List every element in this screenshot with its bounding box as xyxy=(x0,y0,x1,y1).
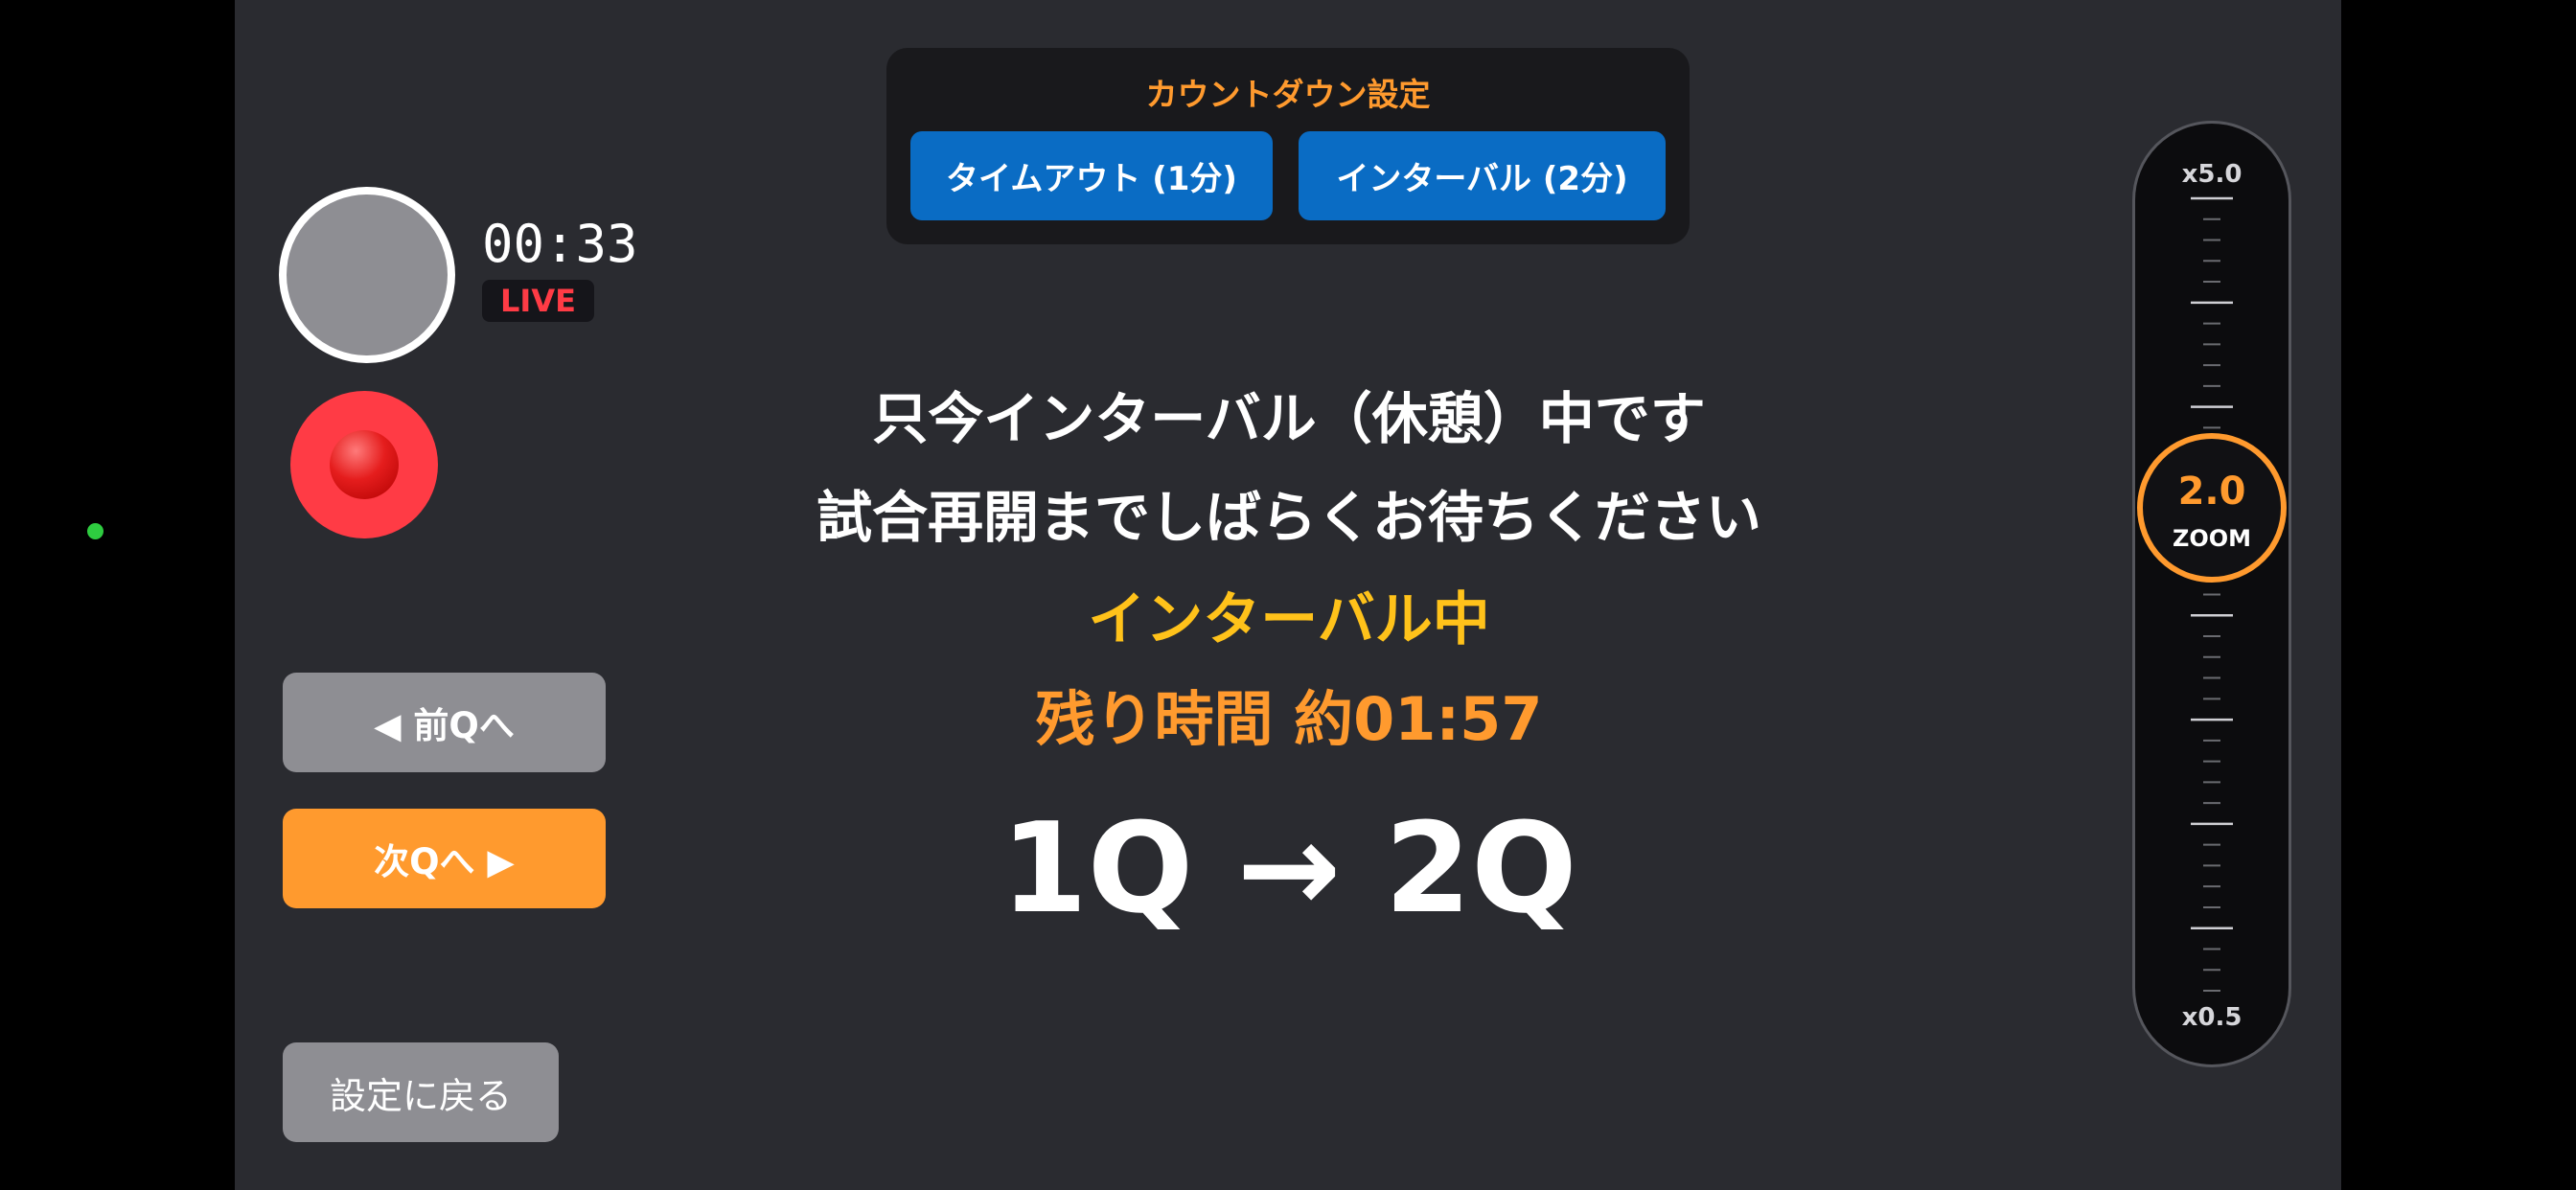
status-indicator-dot xyxy=(87,523,104,539)
interval-status: インターバル中 xyxy=(1088,586,1490,653)
zoom-slider-handle[interactable]: 2.0 ZOOM xyxy=(2137,433,2287,583)
record-icon xyxy=(330,430,399,499)
waiting-message: 試合再開までしばらくお待ちください xyxy=(816,485,1761,550)
recording-timer: 00:33 xyxy=(482,214,638,274)
previous-quarter-button[interactable]: ◀ 前Qへ xyxy=(283,673,606,772)
next-quarter-button[interactable]: 次Qへ ▶ xyxy=(283,809,606,908)
record-button[interactable] xyxy=(290,391,438,538)
timeout-countdown-button[interactable]: タイムアウト (1分) xyxy=(910,131,1273,220)
countdown-settings-panel: カウントダウン設定 タイムアウト (1分) インターバル (2分) xyxy=(886,48,1690,244)
zoom-tick-marks xyxy=(2191,196,2233,992)
quarter-transition: 1Q → 2Q xyxy=(1000,795,1577,941)
countdown-settings-title: カウントダウン設定 xyxy=(1145,76,1431,113)
zoom-max-label: x5.0 xyxy=(2181,160,2242,189)
interval-countdown-button[interactable]: インターバル (2分) xyxy=(1299,131,1666,220)
zoom-label: ZOOM xyxy=(2172,525,2252,552)
capture-button[interactable] xyxy=(279,187,455,363)
remaining-time: 残り時間 約01:57 xyxy=(1035,684,1543,754)
interval-message: 只今インターバル（休憩）中です xyxy=(872,386,1706,451)
screen: カウントダウン設定 タイムアウト (1分) インターバル (2分) 00:33 … xyxy=(0,0,2576,1190)
back-to-settings-button[interactable]: 設定に戻る xyxy=(283,1042,559,1142)
zoom-slider[interactable]: x5.0 x0.5 xyxy=(2132,121,2291,1067)
live-badge: LIVE xyxy=(482,280,594,322)
zoom-value: 2.0 xyxy=(2177,469,2246,514)
zoom-min-label: x0.5 xyxy=(2181,1003,2242,1032)
